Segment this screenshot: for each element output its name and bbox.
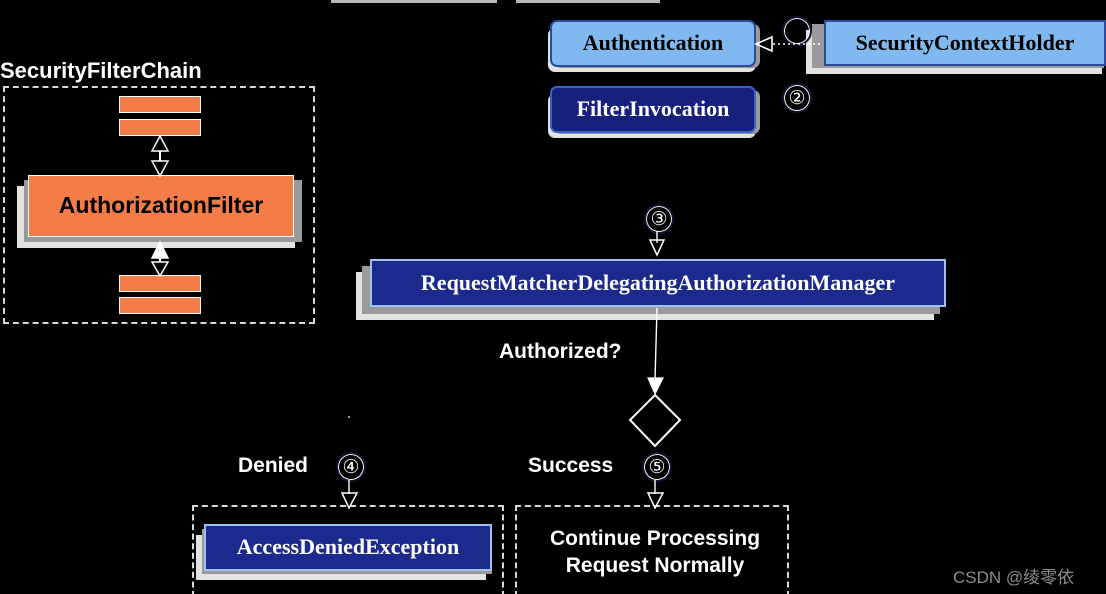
arrow-manager-to-decision xyxy=(647,307,664,396)
authorization-filter-box[interactable]: AuthorizationFilter xyxy=(28,175,294,237)
step-marker-3: ③ xyxy=(644,204,674,234)
step-3-text: ③ xyxy=(650,208,668,230)
step-marker-1: ① xyxy=(782,16,812,46)
continue-processing-line-2: Request Normally xyxy=(565,554,745,577)
step-marker-2: ② xyxy=(782,83,812,113)
denied-label: Denied xyxy=(238,454,309,477)
continue-processing-line-1: Continue Processing xyxy=(549,527,761,550)
decision-diamond xyxy=(628,393,682,448)
step-marker-4: ④ xyxy=(336,452,366,482)
authentication-box[interactable]: Authentication xyxy=(550,20,756,67)
authorization-manager-box[interactable]: RequestMatcherDelegatingAuthorizationMan… xyxy=(370,259,946,307)
step-marker-5: ⑤ xyxy=(642,452,672,482)
security-context-holder-box[interactable]: SecurityContextHolder xyxy=(824,20,1106,66)
success-label: Success xyxy=(528,454,614,477)
csdn-watermark: CSDN @绫零依 xyxy=(953,568,1075,587)
filter-bar-upper-2 xyxy=(119,119,201,136)
top-shadow-stub-right xyxy=(516,0,660,3)
arrow-step3-to-authorization-manager xyxy=(648,231,666,257)
step-2-text: ② xyxy=(788,87,806,109)
access-denied-exception-box[interactable]: AccessDeniedException xyxy=(204,524,492,571)
diagram-canvas: SecurityFilterChain AuthorizationFilter … xyxy=(0,0,1106,594)
authorized-question-label: Authorized? xyxy=(499,340,622,363)
filter-invocation-box[interactable]: FilterInvocation xyxy=(550,86,756,133)
stray-dot-denied xyxy=(348,416,350,418)
step-4-text: ④ xyxy=(342,456,360,478)
arrow-success-path xyxy=(646,480,665,510)
filter-bar-lower-1 xyxy=(119,275,201,292)
top-shadow-stub-left xyxy=(331,0,497,3)
filter-bar-upper-1 xyxy=(119,96,201,113)
step-5-text: ⑤ xyxy=(648,456,666,478)
filter-bar-lower-2 xyxy=(119,297,201,314)
security-filter-chain-label: SecurityFilterChain xyxy=(0,58,202,83)
